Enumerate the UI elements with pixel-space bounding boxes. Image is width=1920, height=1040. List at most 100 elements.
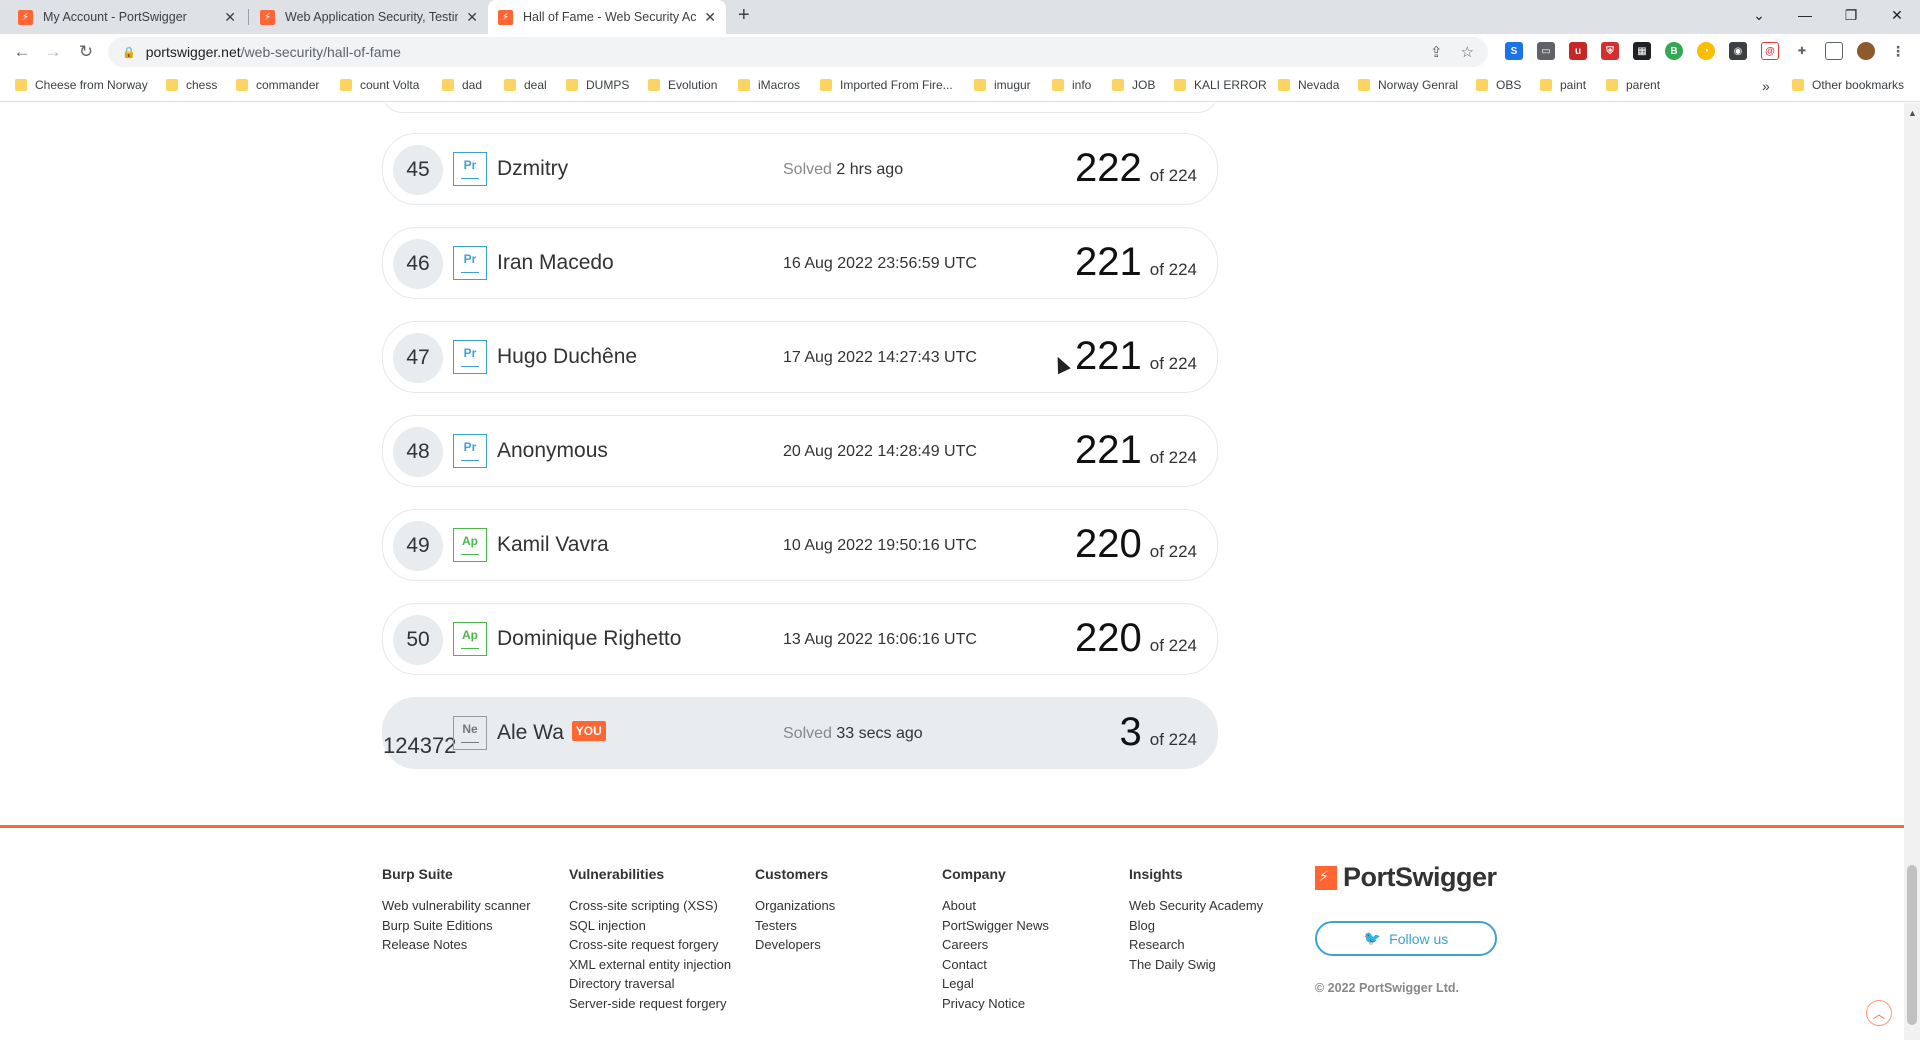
user-name: Anonymous: [497, 439, 608, 462]
bookmark-folder[interactable]: Norway Genral: [1358, 78, 1458, 92]
level-badge-icon: Pr: [453, 434, 487, 468]
footer-link[interactable]: Careers: [942, 935, 1049, 955]
more-menu-icon[interactable]: ⋮: [1889, 42, 1907, 60]
footer-link[interactable]: Legal: [942, 974, 1049, 994]
user-name: Kamil Vavra: [497, 533, 609, 556]
level-badge-icon: Ne: [453, 716, 487, 750]
bookmark-folder[interactable]: parent: [1606, 78, 1660, 92]
bookmark-folder[interactable]: iMacros: [738, 78, 800, 92]
leaderboard-row: 47 Pr Hugo Duchêne 17 Aug 2022 14:27:43 …: [382, 321, 1218, 393]
forward-icon[interactable]: →: [41, 40, 65, 64]
close-window-button[interactable]: ✕: [1874, 0, 1920, 30]
folder-icon: [442, 79, 454, 91]
bookmark-folder[interactable]: DUMPS: [566, 78, 629, 92]
level-badge-icon: Ap: [453, 528, 487, 562]
extension-screen-icon[interactable]: ▭: [1537, 42, 1555, 60]
share-icon[interactable]: ⇪: [1430, 43, 1443, 61]
extension-ublock-icon[interactable]: u: [1569, 42, 1587, 60]
restore-button[interactable]: ❐: [1828, 0, 1874, 30]
browser-toolbar: ← → ↻ 🔒 portswigger.net/web-security/hal…: [0, 34, 1920, 70]
back-icon[interactable]: ←: [10, 40, 34, 64]
close-icon[interactable]: ✕: [224, 9, 236, 26]
extension-shield-icon[interactable]: ⛨: [1601, 42, 1619, 60]
minimize-button[interactable]: —: [1782, 0, 1828, 30]
footer-heading: Vulnerabilities: [569, 866, 665, 882]
footer-link[interactable]: Release Notes: [382, 935, 531, 955]
extensions-puzzle-icon[interactable]: ✚: [1793, 42, 1811, 60]
tab-my-account[interactable]: ⚡ My Account - PortSwigger ✕: [8, 0, 246, 34]
footer-link[interactable]: Web vulnerability scanner: [382, 896, 531, 916]
footer-link[interactable]: Burp Suite Editions: [382, 916, 531, 936]
bookmark-folder[interactable]: dad: [442, 78, 482, 92]
footer-link[interactable]: The Daily Swig: [1129, 955, 1263, 975]
bookmarks-bar: Cheese from Norway chess commander count…: [0, 70, 1920, 102]
score: 222 of 224: [1074, 146, 1197, 190]
profile-avatar[interactable]: [1857, 42, 1875, 60]
extension-green-icon[interactable]: B: [1665, 42, 1683, 60]
footer-link[interactable]: XML external entity injection: [569, 955, 731, 975]
bookmark-folder[interactable]: Imported From Fire...: [820, 78, 953, 92]
bookmark-folder[interactable]: KALI ERROR: [1174, 78, 1267, 92]
footer-link[interactable]: Developers: [755, 935, 835, 955]
url-host: portswigger.net: [145, 44, 241, 60]
bookmark-folder[interactable]: OBS: [1476, 78, 1521, 92]
folder-icon: [504, 79, 516, 91]
footer-link[interactable]: Research: [1129, 935, 1263, 955]
extension-ninja-icon[interactable]: ◉: [1729, 42, 1747, 60]
extension-red-icon[interactable]: @: [1761, 42, 1779, 60]
tab-search-button[interactable]: ⌄: [1736, 0, 1782, 30]
portswigger-logo[interactable]: PortSwigger: [1315, 862, 1497, 893]
footer-link[interactable]: Cross-site scripting (XSS): [569, 896, 731, 916]
footer-link[interactable]: Contact: [942, 955, 1049, 975]
follow-us-button[interactable]: 🐦 Follow us: [1315, 921, 1497, 956]
folder-icon: [566, 79, 578, 91]
scroll-up-arrow-icon[interactable]: ▲: [1908, 108, 1917, 118]
footer-link[interactable]: Privacy Notice: [942, 994, 1049, 1014]
bookmark-folder[interactable]: deal: [504, 78, 547, 92]
footer-link[interactable]: Server-side request forgery: [569, 994, 731, 1014]
footer-link[interactable]: SQL injection: [569, 916, 731, 936]
close-icon[interactable]: ✕: [466, 9, 478, 26]
bookmark-star-icon[interactable]: ☆: [1461, 43, 1474, 61]
reload-icon[interactable]: ↻: [74, 40, 98, 64]
bookmark-folder[interactable]: Nevada: [1278, 78, 1339, 92]
new-tab-button[interactable]: +: [738, 4, 750, 27]
tab-web-app-security[interactable]: ⚡ Web Application Security, Testing ✕: [250, 0, 488, 34]
bookmark-folder[interactable]: JOB: [1112, 78, 1155, 92]
page-scrollbar[interactable]: ▲: [1904, 103, 1920, 1040]
close-icon[interactable]: ✕: [704, 9, 716, 26]
folder-icon: [1358, 79, 1370, 91]
footer-link[interactable]: Cross-site request forgery: [569, 935, 731, 955]
footer-link[interactable]: Web Security Academy: [1129, 896, 1263, 916]
twitter-icon: 🐦: [1363, 930, 1382, 946]
bookmark-folder[interactable]: paint: [1540, 78, 1586, 92]
address-bar[interactable]: 🔒 portswigger.net/web-security/hall-of-f…: [108, 37, 1488, 67]
bookmark-folder[interactable]: imugur: [974, 78, 1031, 92]
folder-icon: [820, 79, 832, 91]
footer-link[interactable]: Testers: [755, 916, 835, 936]
footer-link[interactable]: Directory traversal: [569, 974, 731, 994]
bookmarks-overflow-button[interactable]: »: [1762, 78, 1770, 94]
footer-link[interactable]: Blog: [1129, 916, 1263, 936]
extension-s-icon[interactable]: S: [1505, 42, 1523, 60]
extension-chart-icon[interactable]: ◔: [1697, 42, 1715, 60]
footer-link[interactable]: Organizations: [755, 896, 835, 916]
footer-link[interactable]: About: [942, 896, 1049, 916]
scrollbar-thumb[interactable]: [1907, 865, 1917, 1025]
bookmark-folder[interactable]: Cheese from Norway: [15, 78, 148, 92]
side-panel-icon[interactable]: [1825, 42, 1843, 60]
footer-link[interactable]: PortSwigger News: [942, 916, 1049, 936]
previous-row-edge: [382, 103, 1218, 113]
bookmark-folder[interactable]: chess: [166, 78, 217, 92]
bookmark-folder[interactable]: commander: [236, 78, 319, 92]
footer-column-company: Company About PortSwigger News Careers C…: [942, 866, 1049, 1014]
tab-hall-of-fame[interactable]: ⚡ Hall of Fame - Web Security Acad ✕: [488, 0, 726, 34]
scroll-to-top-icon[interactable]: ︿: [1866, 1000, 1892, 1026]
bookmark-folder[interactable]: Evolution: [648, 78, 717, 92]
bookmark-folder[interactable]: info: [1052, 78, 1091, 92]
folder-icon: [1174, 79, 1186, 91]
folder-icon: [648, 79, 660, 91]
extension-dark-icon[interactable]: ▦: [1633, 42, 1651, 60]
other-bookmarks[interactable]: Other bookmarks: [1792, 78, 1904, 92]
bookmark-folder[interactable]: count Volta: [340, 78, 419, 92]
